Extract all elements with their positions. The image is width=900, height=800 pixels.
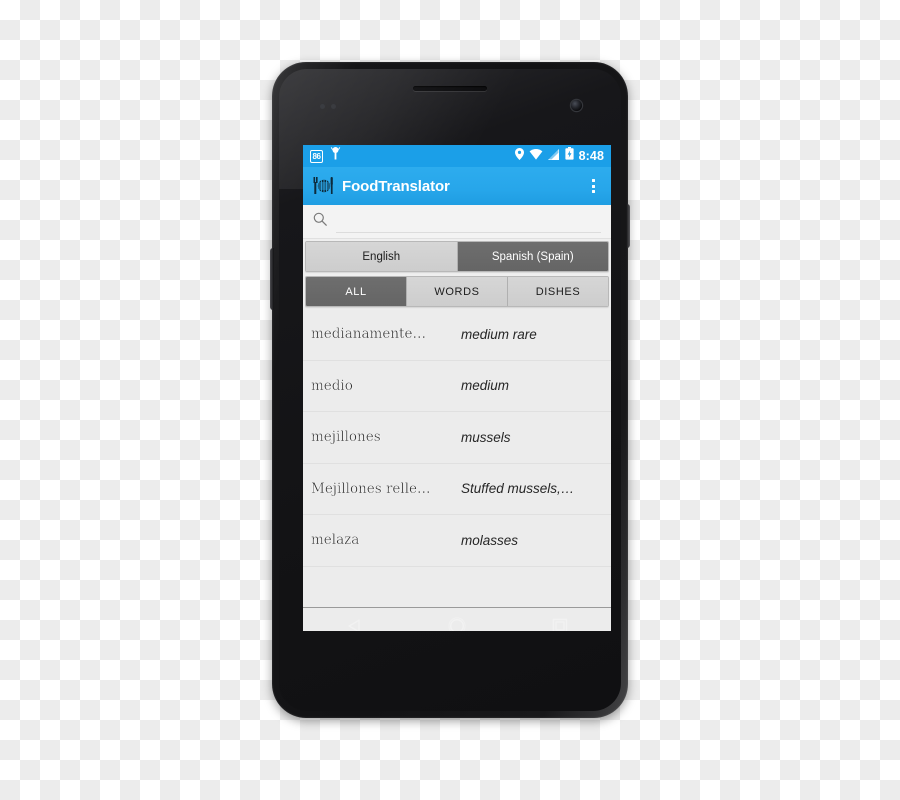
language-tab-group: English Spanish (Spain) [305,241,609,272]
table-row[interactable]: medianamente… medium rare [303,309,611,361]
volume-button[interactable] [270,248,274,310]
term-text: melaza [311,532,360,549]
proximity-sensor-icon [320,104,342,110]
phone-screen: 86 8:48 FoodTranslator English Spanish (… [303,145,611,631]
data-badge-icon: 86 [310,149,324,163]
term-text: medio [311,377,353,394]
search-input[interactable] [336,212,601,233]
front-camera-icon [571,100,582,111]
earpiece-speaker [413,86,487,91]
status-bar: 86 8:48 [303,145,611,167]
battery-charging-icon [564,147,574,165]
wifi-icon [529,147,543,165]
status-bar-left-icons: 86 [310,147,341,165]
table-row[interactable]: melaza molasses [303,515,611,567]
status-bar-clock: 8:48 [578,148,604,163]
term-text: Mejillones relle… [311,480,431,497]
filter-tab-group: ALL WORDS DISHES [305,276,609,307]
nav-home-button[interactable] [434,613,480,631]
device-front-bezel: 86 8:48 FoodTranslator English Spanish (… [279,69,621,711]
filter-tab-all[interactable]: ALL [306,277,407,306]
home-circle-icon [448,616,466,631]
signal-bars-icon [547,147,560,165]
back-triangle-icon [346,618,363,631]
nav-back-button[interactable] [331,613,377,631]
tab-controls: English Spanish (Spain) ALL WORDS DISHES [303,239,611,307]
translation-text: medium rare [461,326,537,342]
table-row[interactable]: mejillones mussels [303,412,611,464]
translation-text: Stuffed mussels,… [461,481,575,497]
food-plate-fork-knife-icon [313,176,335,196]
android-navigation-bar [303,607,611,631]
status-bar-right-icons: 8:48 [514,147,604,165]
filter-tab-words[interactable]: WORDS [407,277,508,306]
translation-text: medium [461,378,510,394]
search-icon [313,212,327,231]
phone-device-mockup: 86 8:48 FoodTranslator English Spanish (… [270,62,630,718]
language-tab-english[interactable]: English [306,242,458,271]
translation-text: mussels [461,429,511,445]
location-pin-icon [514,147,524,165]
translation-list[interactable]: medianamente… medium rare medio medium m… [303,309,611,607]
filter-tab-dishes[interactable]: DISHES [508,277,608,306]
table-row-empty [303,567,611,608]
table-row[interactable]: Mejillones relle… Stuffed mussels,… [303,464,611,515]
translation-text: molasses [461,532,519,548]
recents-square-icon [552,618,568,631]
power-button[interactable] [626,204,630,248]
android-usb-icon [330,147,341,165]
search-bar[interactable] [303,205,611,239]
app-title: FoodTranslator [342,177,450,195]
overflow-menu-icon[interactable] [582,171,604,201]
table-row[interactable]: medio medium [303,361,611,412]
action-bar: FoodTranslator [303,167,611,205]
language-tab-spanish[interactable]: Spanish (Spain) [457,242,608,271]
nav-recents-button[interactable] [537,613,583,631]
term-text: mejillones [311,429,381,446]
term-text: medianamente… [311,326,426,343]
